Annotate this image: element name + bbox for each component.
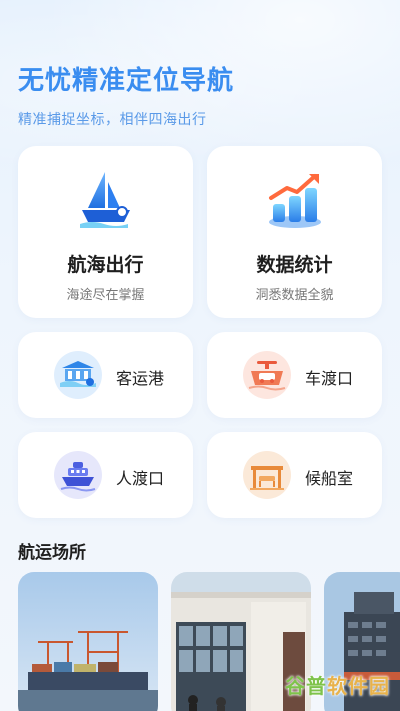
watermark-part2: 软件园 [327, 674, 390, 698]
hero-title: 无忧精准定位导航 [18, 66, 235, 96]
navigation-title: 航海出行 [67, 254, 144, 276]
statistics-subtitle: 洞悉数据全貌 [255, 288, 334, 303]
passenger-port-label: 客运港 [116, 369, 165, 388]
bar-chart-icon [268, 174, 321, 228]
hero-subtitle: 精准捕捉坐标，相伴四海出行 [18, 112, 207, 128]
passenger-port-card[interactable]: 客运港 [18, 332, 193, 418]
car-ferry-label: 车渡口 [305, 369, 354, 388]
statistics-card[interactable]: 数据统计 洞悉数据全貌 [207, 146, 382, 318]
watermark: 谷普软件园 [285, 670, 390, 699]
ferry-card[interactable]: 人渡口 [18, 432, 193, 518]
waiting-room-label: 候船室 [305, 469, 354, 488]
port-photo [18, 572, 158, 711]
passenger-port-icon [54, 351, 102, 399]
waiting-room-card[interactable]: 候船室 [207, 432, 382, 518]
ferry-icon [54, 451, 102, 499]
statistics-title: 数据统计 [256, 254, 333, 276]
watermark-part1: 谷普 [285, 674, 327, 698]
car-ferry-card[interactable]: 车渡口 [207, 332, 382, 418]
navigation-card[interactable]: 航海出行 海途尽在掌握 [18, 146, 193, 318]
hero: 无忧精准定位导航 精准捕捉坐标，相伴四海出行 [18, 60, 234, 129]
section-title: 航运场所 [18, 543, 86, 563]
waiting-room-icon [243, 451, 291, 499]
ferry-label: 人渡口 [116, 469, 165, 488]
place-card-port[interactable] [18, 572, 158, 711]
navigation-subtitle: 海途尽在掌握 [66, 288, 145, 303]
sailboat-icon [79, 172, 130, 228]
car-ferry-icon [243, 351, 291, 399]
